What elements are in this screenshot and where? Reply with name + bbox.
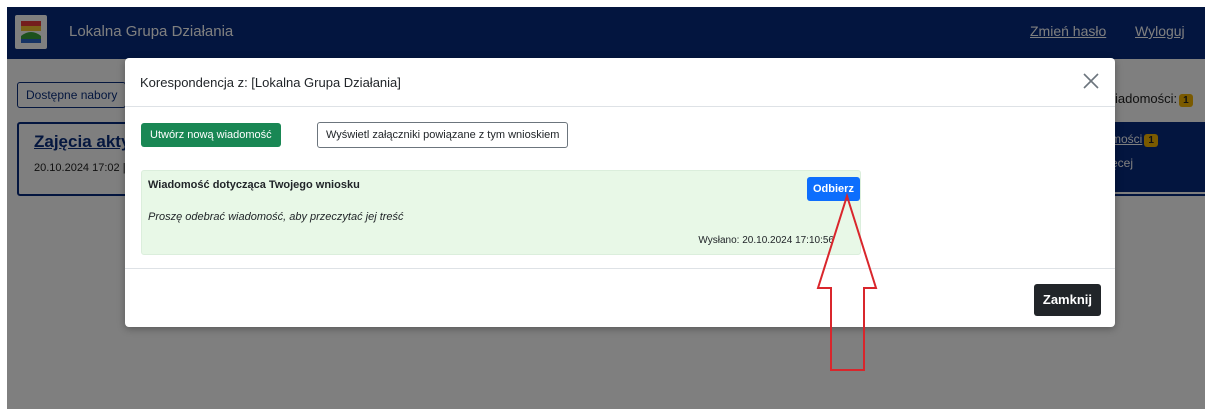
message-card: Wiadomość dotycząca Twojego wniosku Odbi…	[141, 170, 861, 255]
close-button[interactable]: Zamknij	[1033, 284, 1101, 316]
page: Lokalna Grupa Działania Zmień hasło Wylo…	[7, 7, 1205, 409]
new-message-button[interactable]: Utwórz nową wiadomość	[141, 123, 281, 147]
view-attachments-button[interactable]: Wyświetl załączniki powiązane z tym wnio…	[317, 122, 569, 148]
up-arrow-annotation	[816, 192, 878, 371]
message-body: Proszę odebrać wiadomość, aby przeczytać…	[148, 211, 404, 223]
message-subject: Wiadomość dotycząca Twojego wniosku	[148, 179, 360, 191]
close-icon[interactable]	[1079, 69, 1103, 93]
modal-footer: Zamknij	[125, 268, 1115, 328]
modal-header: Korespondencja z: [Lokalna Grupa Działan…	[125, 58, 1115, 107]
modal-title: Korespondencja z: [Lokalna Grupa Działan…	[140, 75, 401, 90]
correspondence-modal: Korespondencja z: [Lokalna Grupa Działan…	[125, 58, 1115, 327]
